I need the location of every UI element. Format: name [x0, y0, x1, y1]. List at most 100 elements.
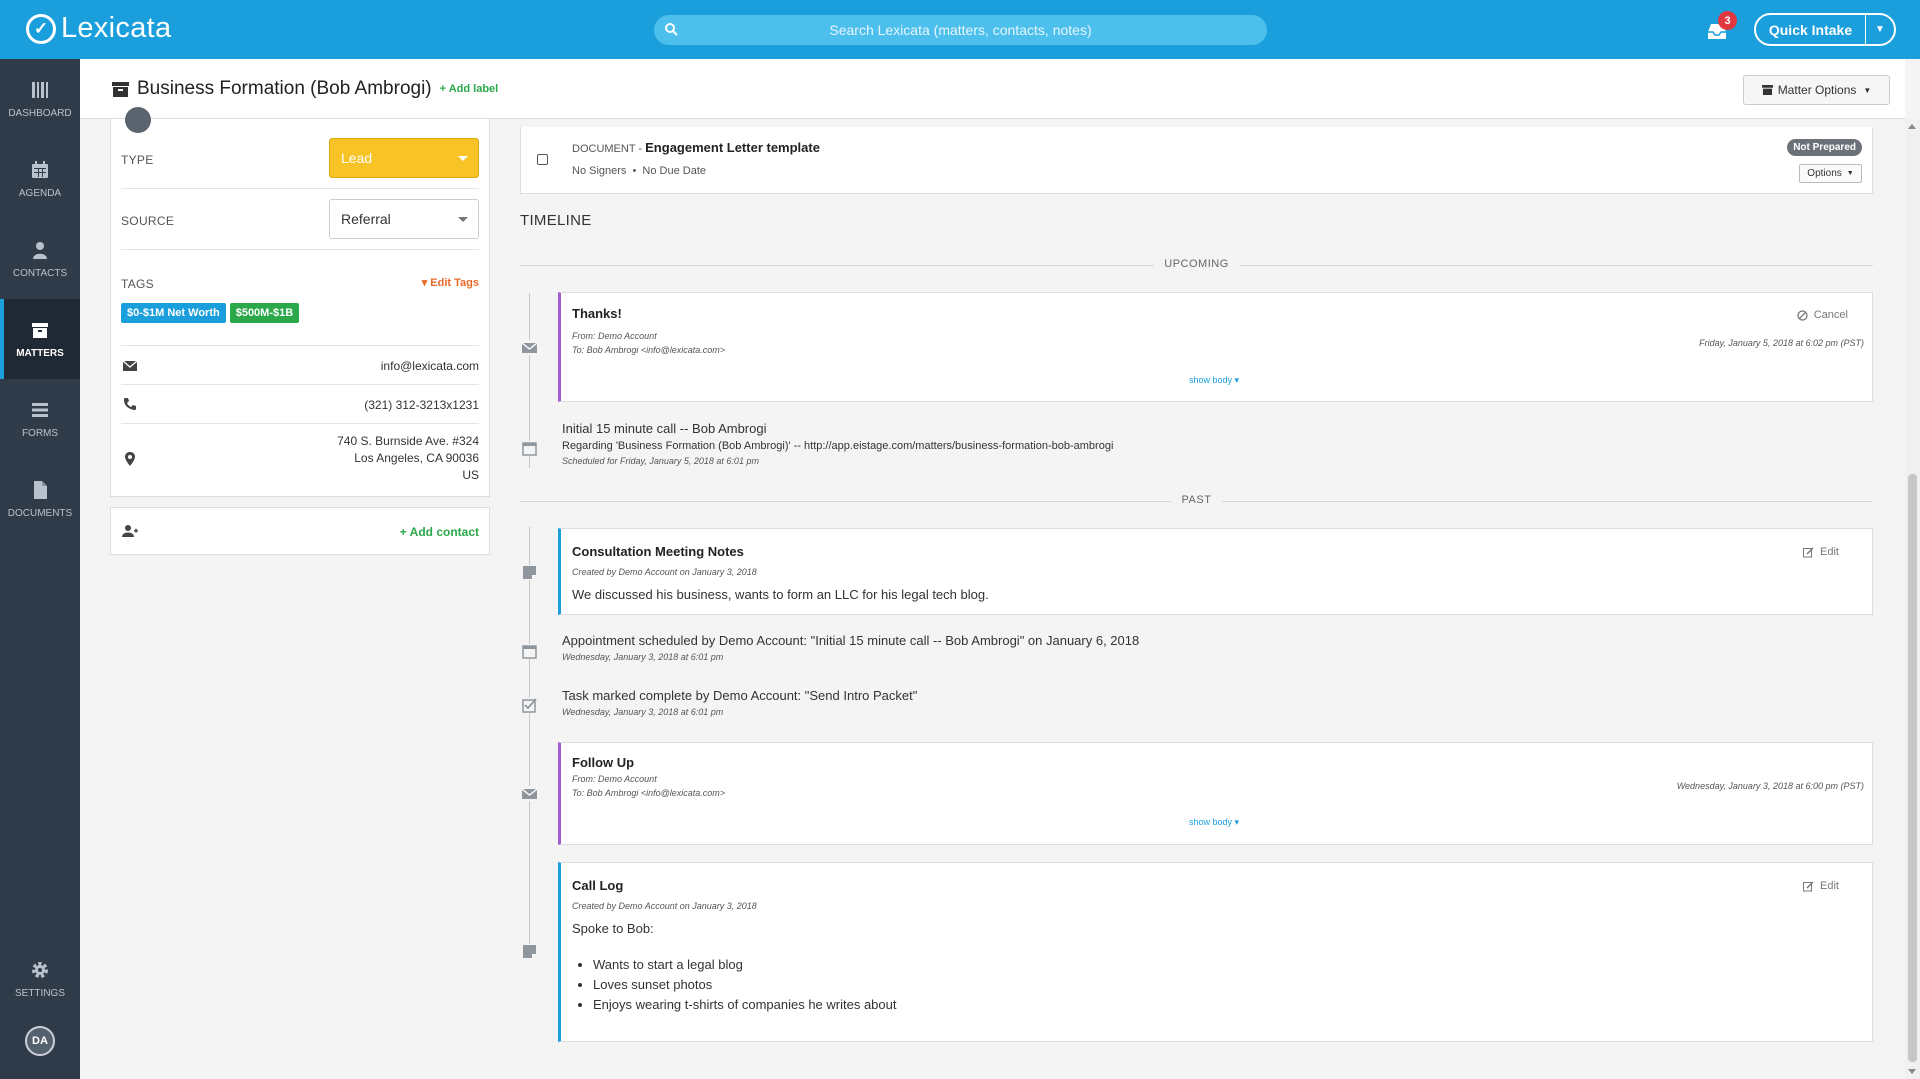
source-value: Referral — [341, 211, 391, 227]
edit-label: Edit — [1820, 880, 1839, 892]
sidebar-item-contacts[interactable]: CONTACTS — [0, 219, 80, 299]
contact-address: 740 S. Burnside Ave. #324 Los Angeles, C… — [337, 433, 479, 484]
upcoming-appointment: Initial 15 minute call -- Bob Ambrogi Re… — [562, 421, 1113, 466]
document-meta: No Signers • No Due Date — [572, 165, 706, 177]
app-logo[interactable]: ✓ Lexicata — [26, 12, 171, 45]
appointment-regarding: Regarding 'Business Formation (Bob Ambro… — [562, 440, 1114, 452]
note-bullet-list: Wants to start a legal blog Loves sunset… — [593, 955, 896, 1015]
email-subject[interactable]: Follow Up — [572, 755, 634, 770]
global-search-input[interactable]: Search Lexicata (matters, contacts, note… — [654, 15, 1267, 45]
contact-email[interactable]: info@lexicata.com — [381, 358, 479, 375]
add-contact-row: + Add contact — [110, 507, 490, 555]
note-created: Created by Demo Account on January 3, 20… — [572, 567, 757, 577]
tags-row: TAGS ▾ Edit Tags $0-$1M Net Worth $500M-$… — [121, 250, 479, 346]
contact-phone[interactable]: (321) 312-3213x1231 — [364, 397, 479, 414]
source-label: SOURCE — [121, 214, 175, 228]
user-avatar[interactable]: DA — [25, 1026, 55, 1056]
document-kind: DOCUMENT - — [572, 143, 643, 155]
scrollbar-thumb[interactable] — [1908, 474, 1917, 1062]
archive-icon — [112, 81, 129, 97]
source-select[interactable]: Referral — [329, 199, 479, 239]
email-row: info@lexicata.com — [121, 346, 479, 385]
edit-label: Edit — [1820, 546, 1839, 558]
show-body-link[interactable]: show body ▾ — [1189, 375, 1239, 386]
source-row: SOURCE Referral — [121, 189, 479, 250]
activity-time: Wednesday, January 3, 2018 at 6:01 pm — [562, 707, 724, 717]
envelope-icon — [522, 340, 537, 355]
quick-intake-button[interactable]: Quick Intake — [1756, 15, 1866, 44]
quick-intake-button-group: Quick Intake ▼ — [1754, 13, 1896, 46]
add-label-link[interactable]: + Add label — [440, 83, 499, 95]
address-row: 740 S. Burnside Ave. #324 Los Angeles, C… — [121, 424, 479, 497]
activity-time: Wednesday, January 3, 2018 at 6:01 pm — [562, 652, 724, 662]
note-body: We discussed his business, wants to form… — [572, 587, 989, 602]
note-icon — [522, 565, 537, 580]
matter-options-button[interactable]: Matter Options ▼ — [1743, 75, 1890, 105]
edit-icon — [1803, 880, 1814, 891]
gear-icon — [32, 961, 48, 978]
sidebar-item-dashboard[interactable]: DASHBOARD — [0, 59, 80, 139]
address-country: US — [462, 468, 479, 482]
sidebar-item-settings[interactable]: SETTINGS — [0, 939, 80, 1019]
task-complete-entry: Task marked complete by Demo Account: "S… — [562, 688, 917, 717]
email-from: From: Demo Account — [572, 331, 657, 341]
scroll-down-icon[interactable] — [1908, 1069, 1916, 1074]
cancel-button[interactable]: Cancel — [1797, 309, 1848, 321]
appointment-title[interactable]: Initial 15 minute call -- Bob Ambrogi — [562, 421, 1113, 436]
tag-badge[interactable]: $0-$1M Net Worth — [121, 303, 226, 323]
edit-button[interactable]: Edit — [1803, 880, 1839, 892]
add-contact-link[interactable]: + Add contact — [400, 525, 479, 539]
email-date: Friday, January 5, 2018 at 6:02 pm (PST) — [1699, 338, 1864, 348]
document-due-date: No Due Date — [642, 165, 706, 177]
show-body-text: show body — [1189, 375, 1233, 385]
list-item: Enjoys wearing t-shirts of companies he … — [593, 995, 896, 1015]
quick-intake-dropdown-icon[interactable]: ▼ — [1866, 15, 1894, 44]
chevron-down-icon: ▼ — [1846, 170, 1854, 177]
tag-badge[interactable]: $500M-$1B — [229, 303, 300, 323]
tag-list: $0-$1M Net Worth $500M-$1B — [121, 303, 303, 323]
cancel-label: Cancel — [1813, 309, 1848, 321]
logo-text: Lexicata — [61, 12, 172, 44]
document-card: DOCUMENT - Engagement Letter template No… — [520, 127, 1873, 194]
envelope-icon — [123, 360, 137, 371]
edit-button[interactable]: Edit — [1803, 546, 1839, 558]
sidebar-item-documents[interactable]: DOCUMENTS — [0, 459, 80, 539]
email-card: Follow Up From: Demo Account To: Bob Amb… — [558, 742, 1873, 845]
email-subject[interactable]: Thanks! — [572, 306, 622, 321]
type-row: TYPE Lead — [121, 119, 479, 189]
address-line2: Los Angeles, CA 90036 — [354, 451, 479, 465]
note-card: Call Log Created by Demo Account on Janu… — [558, 862, 1873, 1042]
type-select[interactable]: Lead — [329, 138, 479, 178]
document-icon — [34, 480, 47, 499]
add-label-text: Add label — [448, 83, 499, 95]
archive-icon — [32, 322, 48, 338]
calendar-icon — [32, 160, 48, 178]
sidebar-item-label: FORMS — [21, 427, 59, 439]
email-from: From: Demo Account — [572, 774, 657, 784]
matter-title: Business Formation (Bob Ambrogi) — [137, 78, 432, 99]
scroll-up-icon[interactable] — [1908, 124, 1916, 129]
sidebar-item-forms[interactable]: FORMS — [0, 379, 80, 459]
document-checkbox[interactable] — [537, 154, 548, 165]
add-user-icon — [122, 525, 138, 537]
appointment-scheduled: Scheduled for Friday, January 5, 2018 at… — [562, 456, 759, 466]
list-item: Wants to start a legal blog — [593, 955, 896, 975]
page-scrollbar[interactable] — [1905, 119, 1920, 1079]
map-pin-icon — [125, 452, 135, 466]
show-body-link[interactable]: show body ▾ — [1189, 817, 1239, 828]
note-title[interactable]: Call Log — [572, 878, 623, 893]
edit-tags-link[interactable]: ▾ Edit Tags — [422, 276, 479, 289]
search-placeholder: Search Lexicata (matters, contacts, note… — [829, 22, 1092, 38]
sidebar-item-label: DASHBOARD — [8, 107, 72, 119]
chevron-down-icon — [458, 156, 468, 161]
list-icon — [32, 402, 48, 417]
sidebar-item-agenda[interactable]: AGENDA — [0, 139, 80, 219]
document-name[interactable]: Engagement Letter template — [645, 140, 820, 155]
envelope-icon — [522, 786, 537, 801]
note-title[interactable]: Consultation Meeting Notes — [572, 544, 744, 559]
document-options-button[interactable]: Options ▼ — [1799, 164, 1862, 183]
top-bar: ✓ Lexicata Search Lexicata (matters, con… — [0, 0, 1920, 59]
sidebar-item-matters[interactable]: MATTERS — [0, 299, 80, 379]
archive-icon — [1761, 85, 1773, 95]
options-label: Options — [1807, 168, 1842, 179]
